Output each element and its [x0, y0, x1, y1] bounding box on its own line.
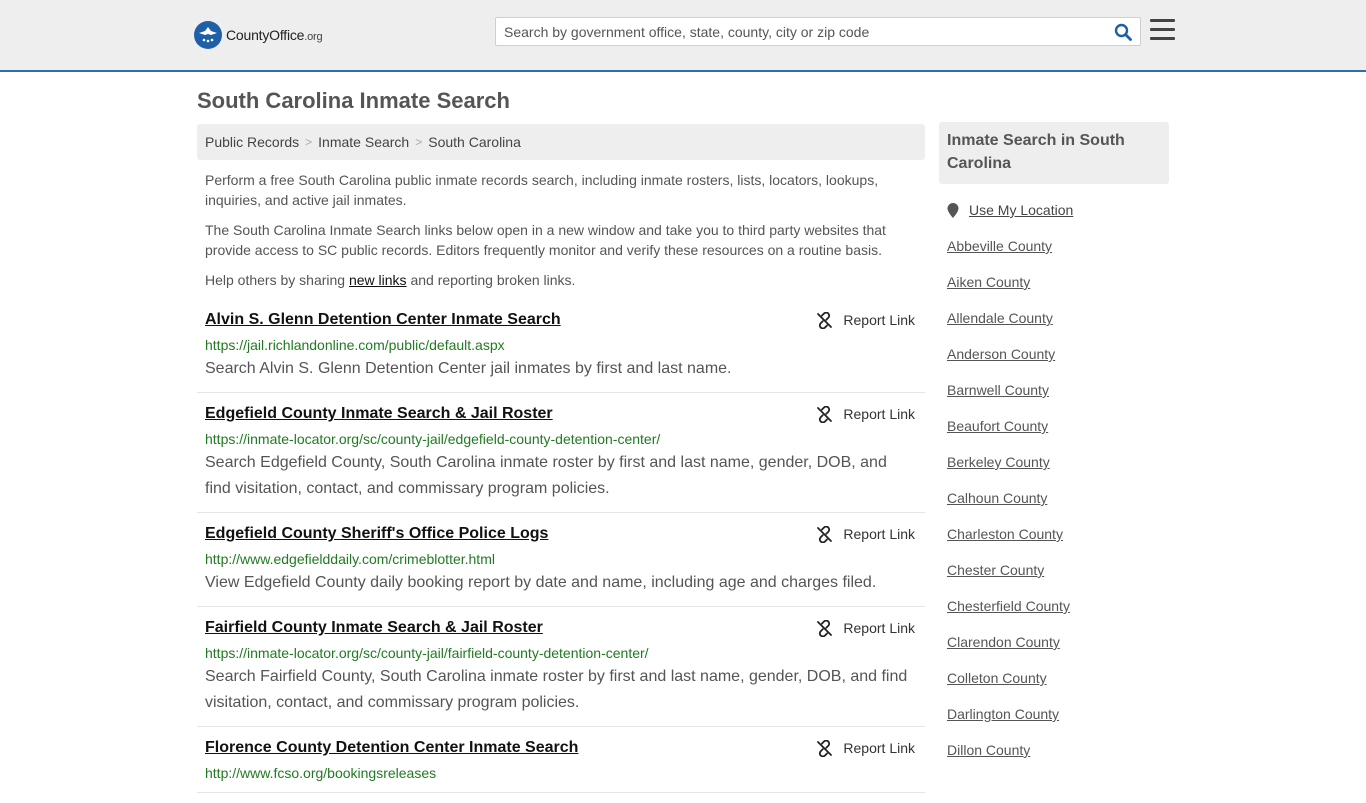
report-link-button[interactable]: Report Link	[816, 403, 915, 425]
site-header: CountyOffice.org	[0, 0, 1366, 72]
broken-link-icon	[817, 311, 833, 329]
broken-link-icon	[817, 619, 833, 637]
sidebar-county-link[interactable]: Allendale County	[947, 308, 1169, 328]
use-my-location-link[interactable]: Use My Location	[969, 202, 1073, 218]
sidebar-county-link[interactable]: Aiken County	[947, 272, 1169, 292]
result-description: Search Fairfield County, South Carolina …	[205, 668, 908, 711]
result-item: Florence County Detention Center Inmate …	[197, 737, 925, 793]
intro-paragraph-3: Help others by sharing new links and rep…	[205, 272, 576, 288]
page-title: South Carolina Inmate Search	[197, 88, 510, 113]
sidebar-county-link[interactable]: Clarendon County	[947, 632, 1169, 652]
report-link-button[interactable]: Report Link	[816, 309, 915, 331]
report-link-button[interactable]: Report Link	[816, 737, 915, 759]
broken-link-icon	[817, 525, 833, 543]
result-title-link[interactable]: Edgefield County Inmate Search & Jail Ro…	[205, 403, 553, 425]
sidebar-county-link[interactable]: Calhoun County	[947, 488, 1169, 508]
intro-text: Perform a free South Carolina public inm…	[197, 170, 925, 290]
sidebar-county-link[interactable]: Barnwell County	[947, 380, 1169, 400]
broken-link-icon	[817, 739, 833, 757]
result-item: Edgefield County Inmate Search & Jail Ro…	[197, 403, 925, 513]
breadcrumb-separator-icon: >	[415, 135, 423, 149]
sidebar-county-link[interactable]: Beaufort County	[947, 416, 1169, 436]
sidebar-county-link[interactable]: Darlington County	[947, 704, 1169, 724]
sidebar-county-link[interactable]: Charleston County	[947, 524, 1169, 544]
sidebar: Inmate Search in South Carolina Use My L…	[939, 122, 1169, 776]
sidebar-county-link[interactable]: Chesterfield County	[947, 596, 1169, 616]
breadcrumb: Public Records > Inmate Search > South C…	[197, 124, 925, 160]
breadcrumb-public-records[interactable]: Public Records	[205, 134, 299, 150]
sidebar-county-link[interactable]: Dillon County	[947, 740, 1169, 760]
new-links-link[interactable]: new links	[349, 272, 407, 288]
broken-link-icon	[817, 405, 833, 423]
hamburger-menu-icon[interactable]	[1150, 19, 1175, 43]
sidebar-heading: Inmate Search in South Carolina	[939, 122, 1169, 184]
result-url[interactable]: https://inmate-locator.org/sc/county-jai…	[205, 430, 917, 448]
sidebar-county-link[interactable]: Anderson County	[947, 344, 1169, 364]
result-item: Fairfield County Inmate Search & Jail Ro…	[197, 617, 925, 727]
result-title-link[interactable]: Fairfield County Inmate Search & Jail Ro…	[205, 617, 543, 639]
logo-text: CountyOffice.org	[226, 27, 323, 43]
intro-paragraph-2: The South Carolina Inmate Search links b…	[205, 222, 886, 258]
intro-paragraph-1: Perform a free South Carolina public inm…	[205, 172, 879, 208]
result-url[interactable]: http://www.edgefielddaily.com/crimeblott…	[205, 550, 917, 568]
county-list: Use My Location Abbeville County Aiken C…	[939, 200, 1169, 760]
sidebar-county-link[interactable]: Abbeville County	[947, 236, 1169, 256]
use-location-row: Use My Location	[947, 200, 1169, 220]
main-content: Public Records > Inmate Search > South C…	[197, 124, 925, 803]
result-description: View Edgefield County daily booking repo…	[205, 574, 877, 591]
report-link-button[interactable]: Report Link	[816, 523, 915, 545]
sidebar-county-link[interactable]: Berkeley County	[947, 452, 1169, 472]
result-description: Search Alvin S. Glenn Detention Center j…	[205, 360, 732, 377]
sidebar-county-link[interactable]: Chester County	[947, 560, 1169, 580]
breadcrumb-separator-icon: >	[305, 135, 313, 149]
breadcrumb-south-carolina[interactable]: South Carolina	[428, 134, 521, 150]
report-link-button[interactable]: Report Link	[816, 617, 915, 639]
logo-eagle-icon	[194, 21, 222, 49]
search-box	[495, 17, 1141, 46]
result-description: Search Edgefield County, South Carolina …	[205, 454, 887, 497]
site-logo[interactable]: CountyOffice.org	[194, 20, 323, 50]
breadcrumb-inmate-search[interactable]: Inmate Search	[318, 134, 409, 150]
result-url[interactable]: https://inmate-locator.org/sc/county-jai…	[205, 644, 917, 662]
result-item: Alvin S. Glenn Detention Center Inmate S…	[197, 309, 925, 393]
map-pin-icon	[947, 202, 959, 218]
result-title-link[interactable]: Alvin S. Glenn Detention Center Inmate S…	[205, 309, 561, 331]
result-url[interactable]: http://www.fcso.org/bookingsreleases	[205, 764, 917, 782]
search-input[interactable]	[496, 18, 1096, 45]
result-item: Edgefield County Sheriff's Office Police…	[197, 523, 925, 607]
search-icon[interactable]	[1112, 21, 1134, 43]
result-title-link[interactable]: Edgefield County Sheriff's Office Police…	[205, 523, 548, 545]
result-url[interactable]: https://jail.richlandonline.com/public/d…	[205, 336, 917, 354]
sidebar-county-link[interactable]: Colleton County	[947, 668, 1169, 688]
results-list: Alvin S. Glenn Detention Center Inmate S…	[197, 309, 925, 793]
result-title-link[interactable]: Florence County Detention Center Inmate …	[205, 737, 578, 759]
